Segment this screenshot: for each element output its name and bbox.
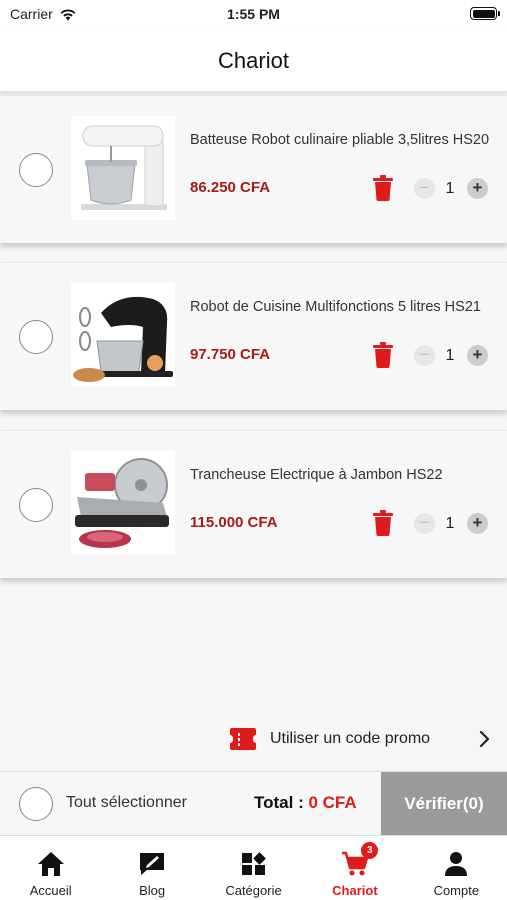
tab-label: Compte <box>433 883 480 898</box>
chevron-right-icon <box>479 730 490 748</box>
tab-label: Blog <box>139 883 166 898</box>
tab-account[interactable]: Compte <box>406 836 507 900</box>
user-icon <box>445 852 468 876</box>
total-label: Total : <box>254 793 304 812</box>
tab-category[interactable]: Catégorie <box>203 836 304 900</box>
status-bar: Carrier 1:55 PM <box>0 0 507 30</box>
meat-slicer-image[interactable] <box>71 451 175 555</box>
select-all-radio[interactable] <box>19 787 53 821</box>
tab-label: Chariot <box>332 883 378 898</box>
item-price: 97.750 CFA <box>190 346 271 363</box>
item-select-radio[interactable] <box>19 488 53 522</box>
trash-icon[interactable] <box>373 510 393 536</box>
checkout-bar: Tout sélectionner Total : 0 CFA Vérifier… <box>0 771 507 835</box>
trash-icon[interactable] <box>373 175 393 201</box>
nav-bar: Chariot <box>0 30 507 92</box>
page-title: Chariot <box>218 47 289 73</box>
quantity-value: 1 <box>445 515 455 532</box>
select-all-label[interactable]: Tout sélectionner <box>66 794 187 812</box>
tab-bar: Accueil Blog Catégorie 3 Chariot Compte <box>0 835 507 900</box>
quantity-decrement-button[interactable]: − <box>414 178 435 199</box>
cart-item: Trancheuse Electrique à Jambon HS22 115.… <box>0 430 507 578</box>
tab-blog[interactable]: Blog <box>101 836 202 900</box>
home-icon <box>37 852 64 876</box>
tab-home[interactable]: Accueil <box>0 836 101 900</box>
item-title[interactable]: Trancheuse Electrique à Jambon HS22 <box>190 464 490 486</box>
status-time: 1:55 PM <box>227 6 280 22</box>
tab-label: Accueil <box>29 883 72 898</box>
quantity-increment-button[interactable]: + <box>467 513 488 534</box>
stand-mixer-black-image[interactable] <box>71 283 175 387</box>
cart-count-badge: 3 <box>361 842 379 859</box>
item-select-radio[interactable] <box>19 320 53 354</box>
cart-item: Robot de Cuisine Multifonctions 5 litres… <box>0 262 507 410</box>
stand-mixer-white-image[interactable] <box>71 116 175 220</box>
quantity-value: 1 <box>445 347 455 364</box>
cart-item: Batteuse Robot culinaire pliable 3,5litr… <box>0 95 507 243</box>
total-value: 0 CFA <box>308 793 357 812</box>
battery-icon <box>470 7 500 20</box>
item-price: 86.250 CFA <box>190 179 271 196</box>
quantity-increment-button[interactable]: + <box>467 178 488 199</box>
total: Total : 0 CFA <box>254 793 357 813</box>
quantity-value: 1 <box>445 180 455 197</box>
promo-code-row[interactable]: Utiliser un code promo <box>230 726 490 752</box>
item-title[interactable]: Batteuse Robot culinaire pliable 3,5litr… <box>190 129 490 151</box>
category-icon <box>241 852 266 875</box>
quantity-increment-button[interactable]: + <box>467 345 488 366</box>
item-price: 115.000 CFA <box>190 514 278 531</box>
promo-label: Utiliser un code promo <box>270 730 431 747</box>
verify-button[interactable]: Vérifier(0) <box>381 772 507 835</box>
trash-icon[interactable] <box>373 342 393 368</box>
tab-label: Catégorie <box>225 883 282 898</box>
item-title[interactable]: Robot de Cuisine Multifonctions 5 litres… <box>190 296 490 318</box>
coupon-icon <box>230 728 256 750</box>
quantity-decrement-button[interactable]: − <box>414 345 435 366</box>
tab-cart[interactable]: 3 Chariot <box>304 836 405 900</box>
item-select-radio[interactable] <box>19 153 53 187</box>
quantity-decrement-button[interactable]: − <box>414 513 435 534</box>
blog-icon <box>140 853 165 875</box>
